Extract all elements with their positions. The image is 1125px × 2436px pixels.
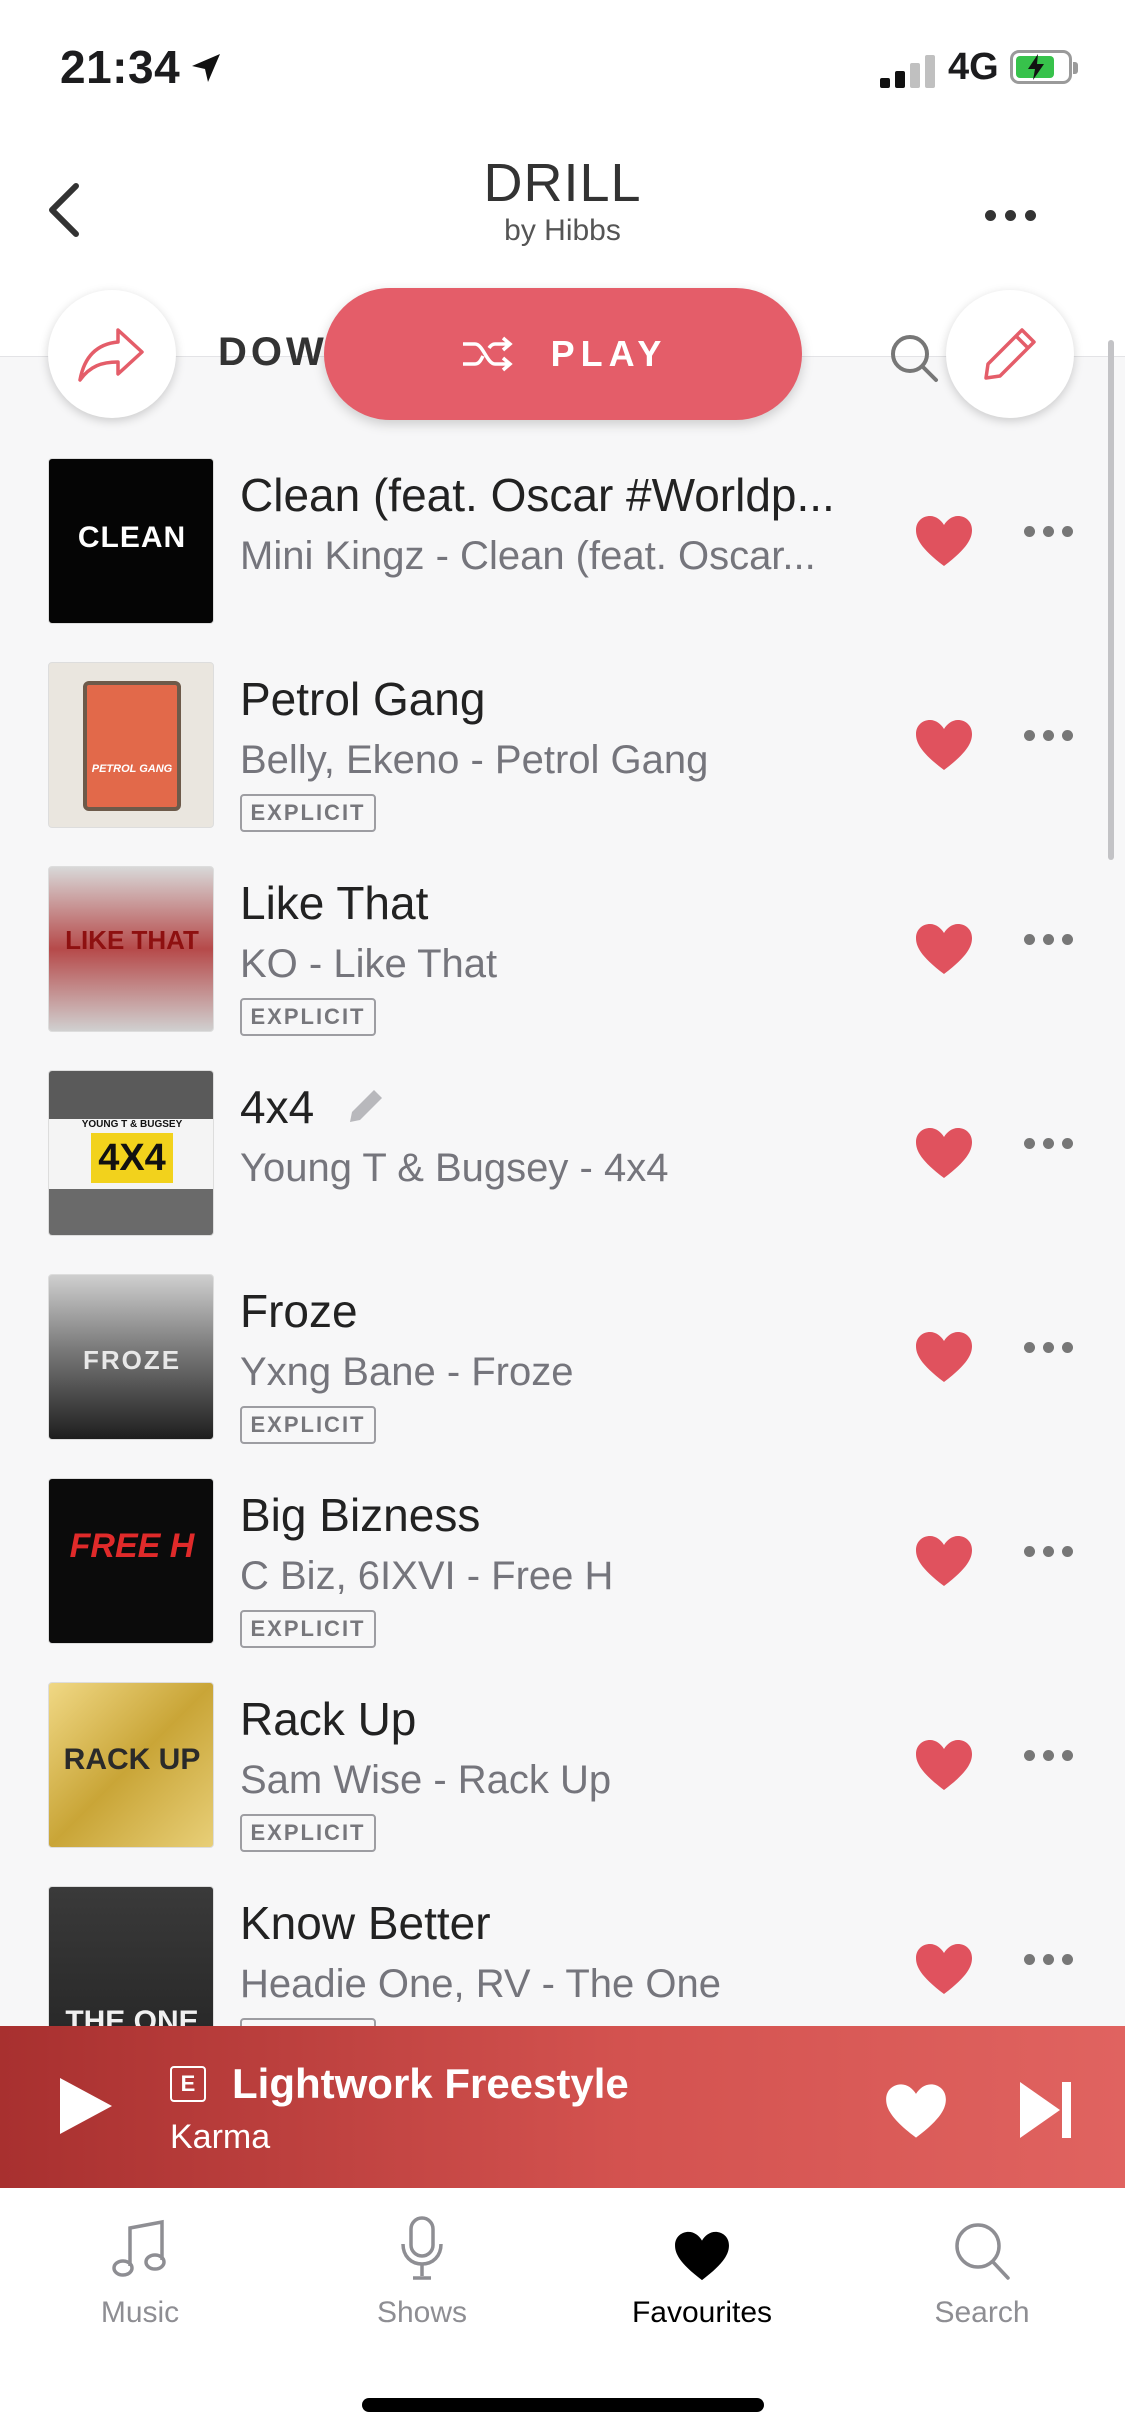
- track-subtitle: Headie One, RV - The One: [240, 1962, 722, 2006]
- explicit-badge: E: [170, 2066, 206, 2102]
- status-time: 21:34: [60, 41, 181, 93]
- tab-label: Music: [100, 2296, 180, 2329]
- edit-button[interactable]: [946, 290, 1074, 418]
- track-title: Like That: [240, 877, 429, 929]
- more-options-button[interactable]: [960, 190, 1060, 240]
- track-title: 4x4: [240, 1081, 315, 1133]
- heart-icon[interactable]: [914, 922, 974, 976]
- mini-player[interactable]: E Lightwork Freestyle Karma: [0, 2026, 1125, 2188]
- download-label: DOW: [218, 330, 328, 374]
- track-row[interactable]: PETROL GANG Petrol Gang Belly, Ekeno - P…: [0, 650, 1125, 854]
- track-subtitle: Mini Kingz - Clean (feat. Oscar...: [240, 534, 816, 578]
- pencil-icon: [984, 328, 1036, 380]
- album-art: THE ONE: [48, 1886, 214, 2026]
- track-more-button[interactable]: [1024, 1750, 1073, 1761]
- track-row[interactable]: CLEAN Clean (feat. Oscar #Worldp... Mini…: [0, 446, 1125, 650]
- heart-icon[interactable]: [914, 1126, 974, 1180]
- heart-icon[interactable]: [884, 2082, 948, 2140]
- tab-shows[interactable]: Shows: [322, 2212, 522, 2332]
- album-art: FROZE: [48, 1274, 214, 1440]
- play-label: PLAY: [550, 333, 668, 374]
- more-dots-icon: [984, 209, 996, 221]
- explicit-badge: EXPLICIT: [240, 1814, 376, 1852]
- home-indicator[interactable]: [362, 2398, 764, 2412]
- tab-favourites[interactable]: Favourites: [602, 2212, 802, 2332]
- skip-next-icon[interactable]: [1016, 2078, 1076, 2142]
- explicit-badge: EXPLICIT: [240, 2018, 376, 2026]
- track-row[interactable]: LIKE THAT Like That KO - Like That EXPLI…: [0, 854, 1125, 1058]
- heart-icon: [675, 2231, 729, 2281]
- page-subtitle: by Hibbs: [504, 214, 621, 247]
- track-row[interactable]: YOUNG T & BUGSEY 4X4 4x4 Young T & Bugse…: [0, 1058, 1125, 1262]
- tab-label: Shows: [376, 2296, 468, 2329]
- track-list: CLEAN Clean (feat. Oscar #Worldp... Mini…: [0, 446, 1125, 2026]
- track-more-button[interactable]: [1024, 934, 1073, 945]
- now-playing-artist: Karma: [170, 2118, 271, 2156]
- track-more-button[interactable]: [1024, 730, 1073, 741]
- page-title: DRILL: [483, 153, 642, 213]
- track-more-button[interactable]: [1024, 1546, 1073, 1557]
- album-art: LIKE THAT: [48, 866, 214, 1032]
- track-title: Know Better: [240, 1897, 491, 1949]
- track-subtitle: KO - Like That: [240, 942, 498, 986]
- track-subtitle: Yxng Bane - Froze: [240, 1350, 574, 1394]
- track-row[interactable]: FREE H Big Bizness C Biz, 6IXVI - Free H…: [0, 1466, 1125, 1670]
- music-note-icon: [112, 2219, 166, 2277]
- heart-icon[interactable]: [914, 1942, 974, 1996]
- scrollbar[interactable]: [1108, 340, 1114, 860]
- microphone-icon: [401, 2216, 443, 2280]
- track-row[interactable]: RACK UP Rack Up Sam Wise - Rack Up EXPLI…: [0, 1670, 1125, 1874]
- album-art: PETROL GANG: [48, 662, 214, 828]
- search-icon[interactable]: [886, 330, 942, 386]
- album-art: CLEAN: [48, 458, 214, 624]
- track-more-button[interactable]: [1024, 1138, 1073, 1149]
- tab-label: Search: [934, 2296, 1030, 2329]
- track-title: Petrol Gang: [240, 673, 486, 725]
- now-playing-title: Lightwork Freestyle: [232, 2060, 629, 2107]
- search-icon: [955, 2223, 1010, 2280]
- explicit-badge: EXPLICIT: [240, 1610, 376, 1648]
- track-subtitle: Belly, Ekeno - Petrol Gang: [240, 738, 709, 782]
- play-icon[interactable]: [56, 2074, 116, 2138]
- track-title: Rack Up: [240, 1693, 417, 1745]
- tab-search[interactable]: Search: [882, 2212, 1082, 2332]
- heart-icon[interactable]: [914, 718, 974, 772]
- shuffle-play-button[interactable]: PLAY: [324, 288, 802, 420]
- heart-icon[interactable]: [914, 1534, 974, 1588]
- album-art: RACK UP: [48, 1682, 214, 1848]
- shuffle-icon: [462, 336, 513, 372]
- explicit-badge: EXPLICIT: [240, 794, 376, 832]
- track-subtitle: Young T & Bugsey - 4x4: [240, 1146, 669, 1190]
- tab-music[interactable]: Music: [40, 2212, 240, 2332]
- track-title: Froze: [240, 1285, 358, 1337]
- track-subtitle: Sam Wise - Rack Up: [240, 1758, 612, 1802]
- network-type: 4G: [948, 46, 999, 88]
- album-art: YOUNG T & BUGSEY 4X4: [48, 1070, 214, 1236]
- heart-icon[interactable]: [914, 514, 974, 568]
- track-subtitle: C Biz, 6IXVI - Free H: [240, 1554, 614, 1598]
- track-title: Clean (feat. Oscar #Worldp...: [240, 469, 835, 521]
- explicit-badge: EXPLICIT: [240, 998, 376, 1036]
- status-bar: 21:34 4G: [0, 0, 1125, 140]
- explicit-badge: EXPLICIT: [240, 1406, 376, 1444]
- cellular-signal-icon: [880, 52, 936, 88]
- track-row[interactable]: FROZE Froze Yxng Bane - Froze EXPLICIT: [0, 1262, 1125, 1466]
- heart-icon[interactable]: [914, 1330, 974, 1384]
- track-more-button[interactable]: [1024, 1954, 1073, 1965]
- battery-icon: [1010, 50, 1078, 84]
- track-more-button[interactable]: [1024, 526, 1073, 537]
- track-more-button[interactable]: [1024, 1342, 1073, 1353]
- share-button[interactable]: [48, 290, 176, 418]
- track-title: Big Bizness: [240, 1489, 481, 1541]
- location-arrow-icon: [192, 54, 220, 82]
- track-row[interactable]: THE ONE Know Better Headie One, RV - The…: [0, 1874, 1125, 2026]
- edited-pencil-icon: [350, 1090, 382, 1122]
- album-art: FREE H: [48, 1478, 214, 1644]
- share-arrow-icon: [78, 328, 144, 382]
- tab-label: Favourites: [631, 2296, 773, 2329]
- heart-icon[interactable]: [914, 1738, 974, 1792]
